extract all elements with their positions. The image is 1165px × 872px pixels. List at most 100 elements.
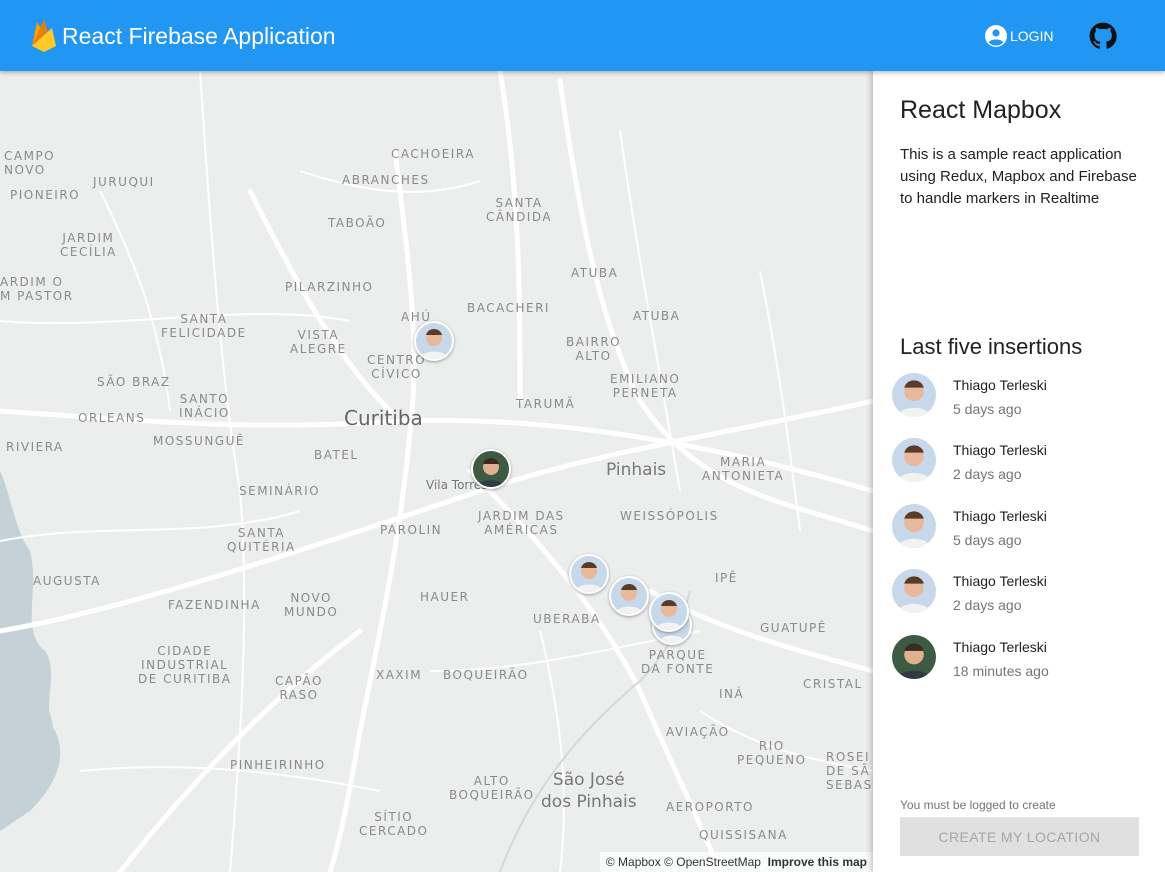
map-label: SANTA CÂNDIDA — [486, 196, 553, 224]
panel-description: This is a sample react application using… — [900, 146, 1137, 207]
map-label: SANTO INÁCIO — [179, 392, 230, 420]
map-label: IPÊ — [715, 571, 738, 585]
map-label: JARDIM CECÍLIA — [60, 231, 117, 259]
map-label: FAZENDINHA — [168, 598, 261, 612]
user-avatar-icon — [655, 600, 683, 630]
map-label: HAUER — [420, 590, 470, 604]
map-label: QUISSISANA — [699, 828, 788, 842]
map-label: BACACHERI — [467, 301, 550, 315]
map-label-city: Curitiba — [344, 406, 423, 430]
map-label: ATUBA — [571, 266, 619, 280]
insertion-name: Thiago Terleski — [953, 442, 1047, 458]
map-label: BAIRRO ALTO — [566, 335, 622, 363]
map-label: PINHEIRINHO — [230, 758, 326, 772]
map-view[interactable]: CAMPO NOVO PIONEIRO JURUQUI CACHOEIRA ABR… — [0, 71, 873, 872]
insertion-name: Thiago Terleski — [953, 639, 1047, 655]
map-label: CIDADE INDUSTRIAL DE CURITIBA — [138, 644, 232, 686]
insertions-heading: Last five insertions — [900, 334, 1083, 359]
insertion-time: 2 days ago — [953, 466, 1022, 482]
insertion-time: 5 days ago — [953, 401, 1022, 417]
map-label: VISTA ALEGRE — [290, 328, 347, 356]
insertion-item: Thiago Terleski 2 days ago — [892, 438, 1152, 482]
side-panel: React Mapbox This is a sample react appl… — [873, 71, 1165, 872]
github-icon[interactable] — [1089, 22, 1117, 50]
insertion-item: Thiago Terleski 5 days ago — [892, 504, 1152, 548]
map-label: UBERABA — [533, 612, 601, 626]
insertion-time: 5 days ago — [953, 532, 1022, 548]
osm-link[interactable]: © OpenStreetMap — [664, 855, 761, 869]
map-label: SÃO BRAZ — [97, 375, 171, 389]
map-label: PILARZINHO — [285, 280, 374, 294]
map-label: PIONEIRO — [10, 188, 81, 202]
map-label: EMILIANO PERNETA — [610, 372, 681, 400]
map-label: CRISTAL — [803, 677, 863, 691]
map-label: AUGUSTA — [33, 574, 101, 588]
map-attribution: © Mapbox © OpenStreetMap Improve this ma… — [599, 852, 873, 872]
account-circle-icon — [985, 25, 1007, 47]
avatar — [892, 504, 936, 548]
avatar — [892, 635, 936, 679]
insertion-item: Thiago Terleski 18 minutes ago — [892, 635, 1152, 679]
map-label: BOQUEIRÃO — [443, 668, 529, 682]
map-label: ALTO BOQUEIRÃO — [449, 774, 535, 802]
app-title: React Firebase Application — [62, 23, 336, 49]
user-avatar-icon — [615, 584, 643, 614]
improve-map-link[interactable]: Improve this map — [768, 855, 867, 869]
map-label: RIVIERA — [6, 440, 64, 454]
location-marker[interactable] — [414, 321, 454, 361]
create-location-button[interactable]: CREATE MY LOCATION — [900, 817, 1139, 856]
map-label: RIO PEQUENO — [737, 739, 807, 767]
user-avatar-icon — [896, 643, 932, 679]
avatar — [892, 373, 936, 417]
map-label: ABRANCHES — [342, 173, 430, 187]
map-label: MOSSUNGUÊ — [153, 434, 245, 448]
map-label: CAPÃO RASO — [275, 674, 323, 702]
map-label: TARUMÃ — [516, 397, 576, 411]
login-label: LOGIN — [1010, 28, 1054, 44]
insertion-time: 2 days ago — [953, 597, 1022, 613]
user-avatar-icon — [896, 380, 932, 417]
map-label: INÁ — [719, 687, 745, 701]
insertion-time: 18 minutes ago — [953, 663, 1049, 679]
login-button[interactable]: LOGIN — [984, 24, 1054, 48]
map-label: NOVO MUNDO — [284, 591, 339, 619]
avatar — [892, 569, 936, 613]
firebase-logo-icon — [32, 19, 56, 52]
location-marker[interactable] — [569, 554, 609, 594]
user-avatar-icon — [896, 511, 932, 548]
map-label: CENTRO CÍVICO — [367, 353, 427, 381]
location-marker[interactable] — [609, 576, 649, 616]
map-label: XAXIM — [376, 668, 423, 682]
map-label: TABOÃO — [328, 216, 387, 230]
insertion-name: Thiago Terleski — [953, 377, 1047, 393]
map-label: ROSEIDE SÃSEBAST — [826, 750, 873, 792]
insertion-item: Thiago Terleski 2 days ago — [892, 569, 1152, 613]
map-label: PARQUE DA FONTE — [641, 648, 715, 676]
map-label: GUATUPÊ — [760, 621, 827, 635]
map-label: JARDIM DAS AMÉRICAS — [478, 509, 565, 537]
panel-title: React Mapbox — [900, 96, 1062, 124]
map-label: AEROPORTO — [666, 800, 754, 814]
map-label: CACHOEIRA — [391, 147, 475, 161]
map-label: SANTA QUITÉRIA — [227, 526, 296, 554]
map-label: MARIA ANTONIETA — [702, 455, 785, 483]
map-label-city: São José dos Pinhais — [541, 770, 637, 812]
location-marker[interactable] — [471, 449, 511, 489]
user-avatar-icon — [896, 576, 932, 613]
map-label: BATEL — [314, 448, 359, 462]
user-avatar-icon — [477, 458, 505, 487]
map-label: CAMPO NOVO — [4, 149, 56, 177]
user-avatar-icon — [420, 329, 448, 359]
user-avatar-icon — [896, 445, 932, 482]
location-marker[interactable] — [649, 592, 689, 632]
map-label: SANTA FELICIDADE — [161, 312, 247, 340]
mapbox-link[interactable]: © Mapbox — [606, 855, 661, 869]
map-label-city: Pinhais — [606, 460, 667, 480]
map-label: ORLEANS — [78, 411, 146, 425]
map-label: PAROLIN — [380, 523, 443, 537]
map-label: AVIAÇÃO — [666, 725, 730, 739]
login-hint: You must be logged to create — [900, 798, 1056, 812]
insertion-item: Thiago Terleski 5 days ago — [892, 373, 1152, 417]
insertion-name: Thiago Terleski — [953, 508, 1047, 524]
app-bar: React Firebase Application LOGIN — [0, 0, 1165, 71]
